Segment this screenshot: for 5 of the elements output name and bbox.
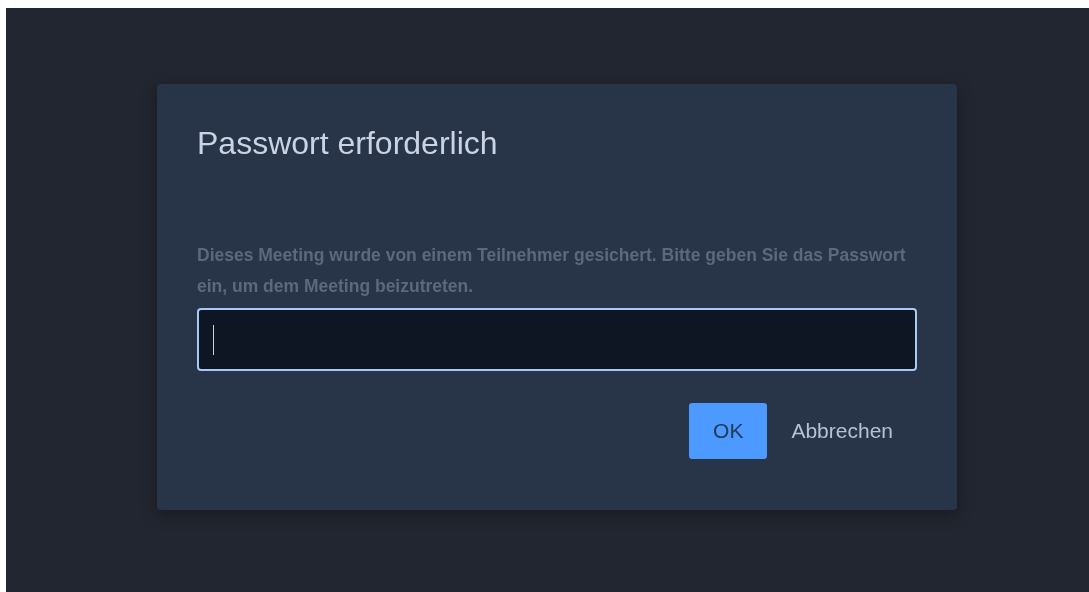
dialog-title: Passwort erforderlich bbox=[197, 124, 499, 163]
cancel-button[interactable]: Abbrechen bbox=[775, 403, 909, 460]
password-field[interactable] bbox=[197, 308, 917, 372]
text-cursor bbox=[213, 324, 214, 355]
ok-button[interactable]: OK bbox=[689, 403, 768, 460]
